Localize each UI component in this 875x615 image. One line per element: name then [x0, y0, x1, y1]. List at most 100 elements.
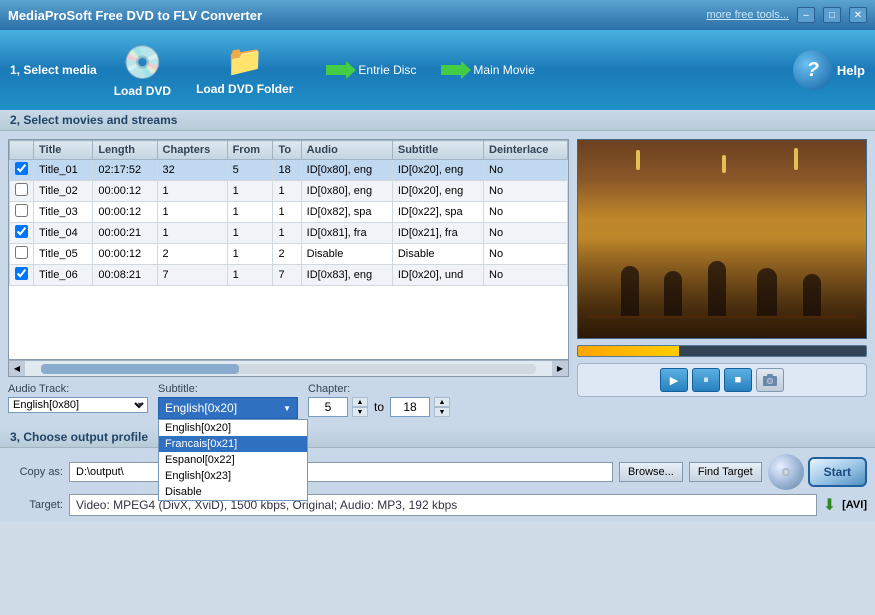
play-button[interactable]: ▶ [660, 368, 688, 392]
row-length: 02:17:52 [93, 160, 157, 181]
table-scroll-area[interactable]: Title Length Chapters From To Audio Subt… [9, 140, 568, 360]
row-subtitle: ID[0x20], eng [392, 181, 483, 202]
audio-track-select[interactable]: English[0x80] [8, 397, 148, 413]
person3 [708, 261, 726, 316]
restore-button[interactable]: □ [823, 7, 841, 23]
dropdown-item-0[interactable]: English[0x20] [159, 420, 307, 436]
row-title: Title_01 [34, 160, 93, 181]
chapter-from-spinners: ▲ ▼ [352, 397, 368, 417]
chapter-to-up[interactable]: ▲ [434, 397, 450, 407]
chapter-from-down[interactable]: ▼ [352, 407, 368, 417]
load-dvd-icon: 💿 [122, 43, 162, 81]
pause-button[interactable]: ⏸ [692, 368, 720, 392]
row-deinterlace: No [484, 181, 568, 202]
close-button[interactable]: ✕ [849, 7, 867, 23]
row-title: Title_05 [34, 244, 93, 265]
camera-icon [762, 373, 778, 387]
horizontal-scrollbar[interactable]: ◀ ▶ [9, 360, 568, 376]
row-checkbox[interactable] [15, 246, 28, 259]
row-audio: ID[0x81], fra [301, 223, 392, 244]
chapter-to-down[interactable]: ▼ [434, 407, 450, 417]
help-icon: ? [793, 50, 833, 90]
col-chapters: Chapters [157, 141, 227, 160]
person1 [621, 266, 639, 316]
row-checkbox[interactable] [15, 183, 28, 196]
table-row[interactable]: Title_05 00:00:12 2 1 2 Disable Disable … [10, 244, 568, 265]
audio-track-label: Audio Track: [8, 383, 148, 395]
snapshot-button[interactable] [756, 368, 784, 392]
row-checkbox[interactable] [15, 267, 28, 280]
row-deinterlace: No [484, 244, 568, 265]
chapter-from-up[interactable]: ▲ [352, 397, 368, 407]
chapter-to-input[interactable] [390, 397, 430, 417]
copy-as-input[interactable] [69, 462, 613, 482]
row-to: 1 [273, 181, 301, 202]
person4 [757, 268, 777, 316]
copy-as-label: Copy as: [8, 466, 63, 478]
subtitle-select-button[interactable]: English[0x20] ▼ [158, 397, 298, 419]
row-audio: ID[0x83], eng [301, 265, 392, 286]
start-button[interactable]: Start [808, 457, 867, 487]
row-checkbox[interactable] [15, 162, 28, 175]
dropdown-item-1[interactable]: Francais[0x21] [159, 436, 307, 452]
row-chapters: 1 [157, 181, 227, 202]
arrow-right-icon-2 [441, 60, 471, 80]
load-dvd-button[interactable]: 💿 Load DVD [106, 39, 179, 102]
minimize-button[interactable]: – [797, 7, 815, 23]
target-format: [AVI] [842, 499, 867, 511]
row-deinterlace: No [484, 223, 568, 244]
subtitle-group: Subtitle: English[0x20] ▼ English[0x20] … [158, 383, 298, 419]
row-to: 1 [273, 223, 301, 244]
row-length: 00:00:21 [93, 223, 157, 244]
table-row[interactable]: Title_03 00:00:12 1 1 1 ID[0x82], spa ID… [10, 202, 568, 223]
row-to: 1 [273, 202, 301, 223]
candle2 [722, 155, 726, 173]
scroll-right-arrow[interactable]: ▶ [552, 361, 568, 377]
dropdown-item-3[interactable]: English[0x23] [159, 468, 307, 484]
right-panel: ▶ ⏸ ■ [577, 139, 867, 419]
scroll-thumb[interactable] [41, 364, 239, 374]
row-subtitle: ID[0x20], und [392, 265, 483, 286]
row-checkbox[interactable] [15, 204, 28, 217]
load-dvd-label: Load DVD [114, 84, 171, 98]
col-title: Title [34, 141, 93, 160]
find-target-button[interactable]: Find Target [689, 462, 762, 482]
row-audio: ID[0x80], eng [301, 181, 392, 202]
load-dvd-folder-button[interactable]: 📁 Load DVD Folder [188, 40, 301, 100]
more-free-tools-link[interactable]: more free tools... [706, 9, 789, 21]
row-checkbox[interactable] [15, 225, 28, 238]
help-label: Help [837, 63, 865, 78]
row-subtitle: ID[0x22], spa [392, 202, 483, 223]
row-from: 1 [227, 202, 273, 223]
progress-bar-fill [578, 346, 679, 356]
col-audio: Audio [301, 141, 392, 160]
browse-button[interactable]: Browse... [619, 462, 683, 482]
table-row[interactable]: Title_02 00:00:12 1 1 1 ID[0x80], eng ID… [10, 181, 568, 202]
row-subtitle: ID[0x20], eng [392, 160, 483, 181]
row-title: Title_02 [34, 181, 93, 202]
row-subtitle: ID[0x21], fra [392, 223, 483, 244]
row-audio: ID[0x82], spa [301, 202, 392, 223]
row-audio: ID[0x80], eng [301, 160, 392, 181]
col-from: From [227, 141, 273, 160]
help-button[interactable]: ? Help [793, 50, 865, 90]
dropdown-item-4[interactable]: Disable [159, 484, 307, 500]
audio-track-select-wrapper: English[0x80] [8, 397, 148, 413]
dropdown-item-2[interactable]: Espanol[0x22] [159, 452, 307, 468]
table-row[interactable]: Title_04 00:00:21 1 1 1 ID[0x81], fra ID… [10, 223, 568, 244]
app-title: MediaProSoft Free DVD to FLV Converter [8, 8, 262, 23]
scroll-left-arrow[interactable]: ◀ [9, 361, 25, 377]
toolbar: 1, Select media 💿 Load DVD 📁 Load DVD Fo… [0, 30, 875, 110]
stop-button[interactable]: ■ [724, 368, 752, 392]
table-row[interactable]: Title_06 00:08:21 7 1 7 ID[0x83], eng ID… [10, 265, 568, 286]
row-chapters: 32 [157, 160, 227, 181]
to-label: to [374, 400, 384, 414]
audio-track-group: Audio Track: English[0x80] [8, 383, 148, 413]
table-row[interactable]: Title_01 02:17:52 32 5 18 ID[0x80], eng … [10, 160, 568, 181]
chapter-from-input[interactable] [308, 397, 348, 417]
row-chapters: 1 [157, 223, 227, 244]
row-chapters: 7 [157, 265, 227, 286]
progress-bar-container[interactable] [577, 345, 867, 357]
target-label: Target: [8, 499, 63, 511]
person2 [664, 271, 682, 316]
